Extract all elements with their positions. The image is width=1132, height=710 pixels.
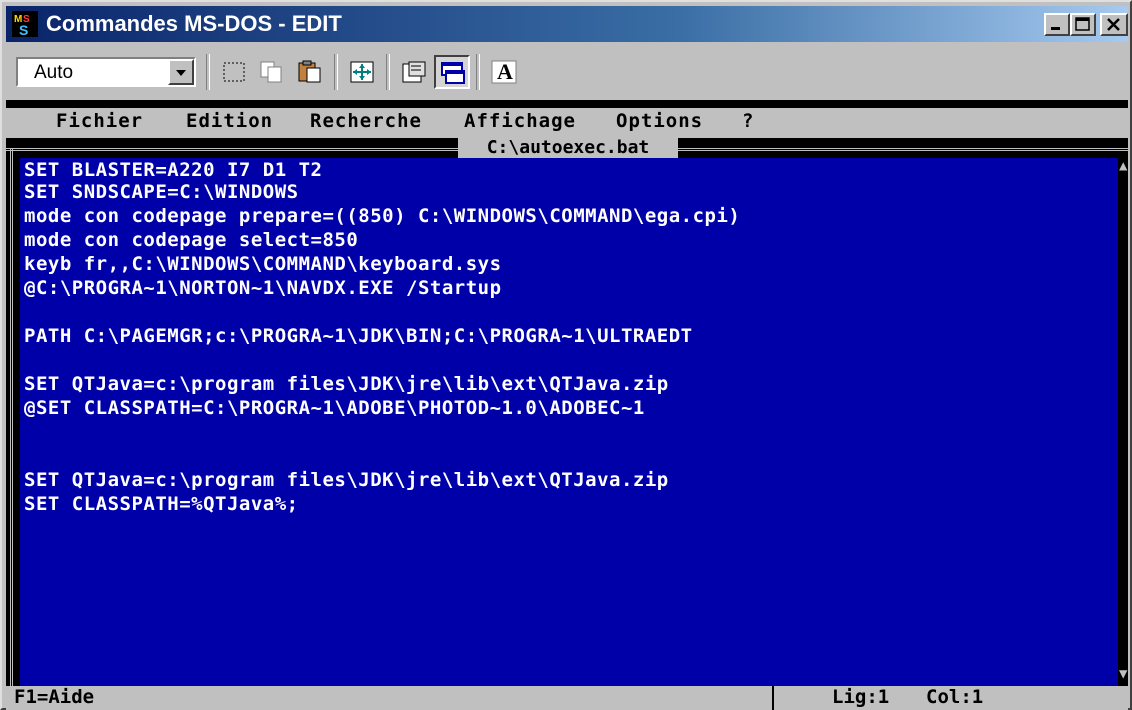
toolbar-separator: [334, 54, 338, 90]
editor-line[interactable]: mode con codepage prepare=((850) C:\WIND…: [24, 206, 740, 227]
editor-line[interactable]: keyb fr,,C:\WINDOWS\COMMAND\keyboard.sys: [24, 254, 502, 275]
fullscreen-button[interactable]: [344, 55, 380, 89]
msdos-window: M S S Commandes MS-DOS - EDIT Auto A Fic…: [0, 0, 1132, 710]
chevron-down-icon[interactable]: [168, 59, 194, 85]
background-button[interactable]: [434, 55, 470, 89]
line-indicator: Lig:1: [832, 686, 890, 708]
editor-line[interactable]: @C:\PROGRA~1\NORTON~1\NAVDX.EXE /Startup: [24, 278, 502, 299]
menu-recherche[interactable]: Recherche: [310, 110, 422, 132]
menu-affichage[interactable]: Affichage: [464, 110, 576, 132]
editor-line[interactable]: SET QTJava=c:\program files\JDK\jre\lib\…: [24, 374, 669, 395]
file-title-tab: C:\autoexec.bat: [458, 138, 678, 158]
dos-console: Fichier Edition Recherche Affichage Opti…: [6, 100, 1128, 710]
status-divider: [772, 686, 774, 710]
fullscreen-icon: [350, 61, 374, 83]
close-button[interactable]: [1100, 13, 1128, 36]
toolbar-separator: [386, 54, 390, 90]
copy-icon: [260, 61, 282, 83]
menu-help[interactable]: ?: [742, 110, 754, 132]
font-size-select[interactable]: Auto: [16, 57, 196, 87]
maximize-button[interactable]: [1070, 13, 1096, 36]
menu-edition[interactable]: Edition: [186, 110, 273, 132]
paste-icon: [298, 60, 321, 83]
column-indicator: Col:1: [926, 686, 984, 708]
editor-line[interactable]: PATH C:\PAGEMGR;c:\PROGRA~1\JDK\BIN;C:\P…: [24, 326, 693, 347]
menu-options[interactable]: Options: [616, 110, 703, 132]
msdos-icon[interactable]: M S S: [12, 11, 38, 38]
toolbar-separator: [206, 54, 210, 90]
edit-menubar: Fichier Edition Recherche Affichage Opti…: [6, 108, 1128, 138]
help-hint[interactable]: F1=Aide: [14, 686, 94, 708]
scroll-down-arrow-icon[interactable]: ▼: [1119, 666, 1127, 682]
font-icon-glyph: A: [497, 59, 513, 84]
properties-button[interactable]: [396, 55, 432, 89]
font-size-value: Auto: [34, 62, 74, 83]
mark-button[interactable]: [216, 55, 252, 89]
properties-icon: [402, 61, 426, 83]
background-icon: [441, 62, 465, 84]
svg-text:S: S: [19, 22, 28, 37]
paste-button[interactable]: [292, 55, 328, 89]
title-bar[interactable]: M S S Commandes MS-DOS - EDIT: [6, 6, 1128, 42]
vertical-scrollbar[interactable]: [1118, 158, 1128, 686]
editor-line[interactable]: SET SNDSCAPE=C:\WINDOWS: [24, 182, 299, 203]
minimize-button[interactable]: [1044, 13, 1070, 36]
text-editor[interactable]: SET BLASTER=A220 I7 D1 T2 SET SNDSCAPE=C…: [20, 158, 1118, 686]
editor-line[interactable]: SET QTJava=c:\program files\JDK\jre\lib\…: [24, 470, 669, 491]
editor-line[interactable]: @SET CLASSPATH=C:\PROGRA~1\ADOBE\PHOTOD~…: [24, 398, 645, 419]
menu-fichier[interactable]: Fichier: [56, 110, 143, 132]
toolbar: Auto A: [6, 46, 1128, 96]
status-bar: F1=Aide Lig:1 Col:1: [6, 686, 1128, 710]
window-title: Commandes MS-DOS - EDIT: [46, 11, 342, 36]
mark-icon: [223, 62, 245, 82]
font-button[interactable]: A: [486, 55, 522, 89]
editor-line[interactable]: SET CLASSPATH=%QTJava%;: [24, 494, 299, 515]
editor-line[interactable]: mode con codepage select=850: [24, 230, 358, 251]
editor-left-border: [10, 148, 19, 688]
editor-line[interactable]: SET BLASTER=A220 I7 D1 T2: [24, 160, 322, 181]
scroll-up-arrow-icon[interactable]: ▲: [1119, 158, 1127, 174]
toolbar-separator: [476, 54, 480, 90]
copy-button[interactable]: [254, 55, 290, 89]
